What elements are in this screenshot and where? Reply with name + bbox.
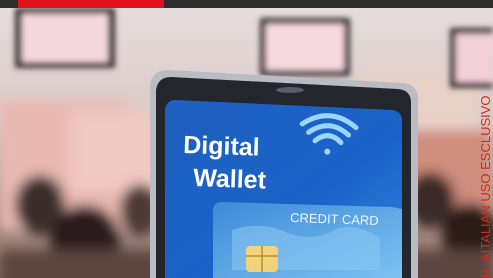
red-accent-bar bbox=[18, 0, 164, 8]
wallet-title-line1: Digital bbox=[183, 131, 260, 162]
phone: Digital Wallet CREDIT CARD bbox=[150, 70, 418, 278]
wallet-title-line2: Wallet bbox=[193, 164, 267, 195]
digital-wallet-photo: Digital Wallet CREDIT CARD R. AITALIAN U… bbox=[0, 0, 493, 278]
edge-watermark: R. AITALIAN USO ESCLUSIVO bbox=[478, 95, 493, 278]
photo-scene: Digital Wallet CREDIT CARD R. AITALIAN U… bbox=[0, 0, 493, 278]
card-label: CREDIT CARD bbox=[290, 210, 379, 228]
